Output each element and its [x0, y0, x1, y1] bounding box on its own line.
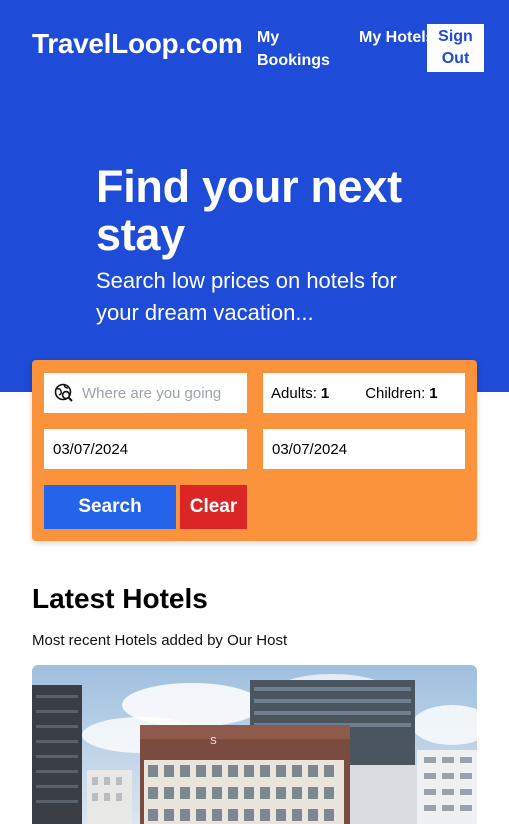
hotel-card-image[interactable]: S — [32, 665, 477, 824]
clear-button[interactable]: Clear — [180, 485, 247, 529]
adults-label: Adults: — [271, 384, 317, 402]
destination-input[interactable] — [82, 384, 242, 402]
guests-field[interactable]: Adults: 1 Children: 1 — [263, 373, 465, 413]
latest-hotels-title: Latest Hotels — [32, 583, 208, 614]
check-in-date-input[interactable]: 03/07/2024 — [44, 429, 247, 469]
children-value[interactable]: 1 — [429, 385, 437, 402]
hero-title: Find your next stay — [96, 161, 402, 260]
adults-group[interactable]: Adults: 1 — [271, 385, 329, 402]
destination-field[interactable] — [44, 373, 247, 413]
site-logo[interactable]: TravelLoop.com — [32, 28, 243, 60]
hero-subtitle: Search low prices on hotels for your dre… — [96, 268, 397, 325]
search-panel: Adults:1 Children:1 03/07/2024 03/07/202… — [32, 360, 477, 541]
search-button[interactable]: Search — [44, 485, 176, 529]
hotel-photo: S — [32, 665, 477, 824]
children-label: Children: — [365, 384, 426, 402]
nav-my-bookings[interactable]: My Bookings — [257, 26, 337, 72]
sign-out-button[interactable]: Sign Out — [427, 24, 484, 72]
svg-text:S: S — [210, 736, 217, 747]
adults-value[interactable]: 1 — [321, 385, 329, 402]
latest-hotels-subtitle: Most recent Hotels added by Our Host — [32, 632, 288, 649]
map-search-icon — [54, 383, 74, 403]
children-group[interactable]: Children: 1 — [365, 385, 437, 402]
check-out-date-input[interactable]: 03/07/2024 — [263, 429, 465, 469]
